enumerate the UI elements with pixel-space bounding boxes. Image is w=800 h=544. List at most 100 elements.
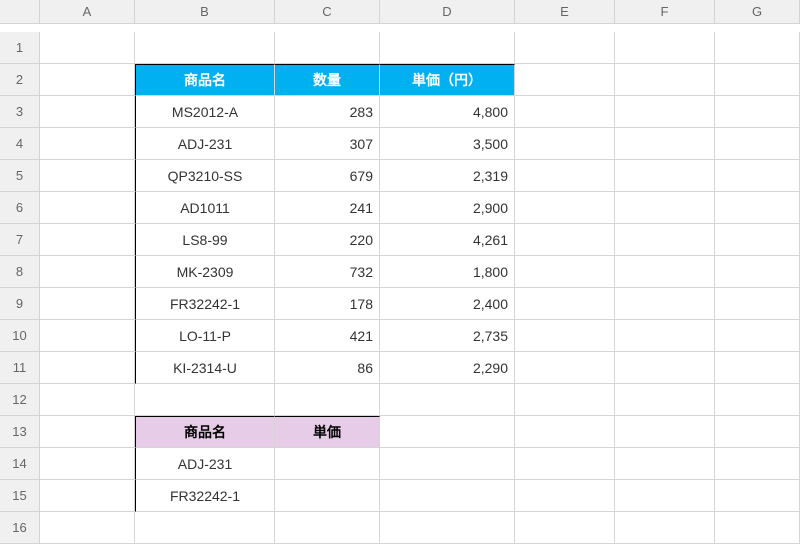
table1-row-7-product[interactable]: LO-11-P bbox=[135, 320, 275, 352]
cell-c12[interactable] bbox=[275, 384, 380, 416]
table1-row-0-quantity[interactable]: 283 bbox=[275, 96, 380, 128]
spreadsheet-grid[interactable]: A B C D E F G 1 2 商品名 数量 単価（円） 3 MS2012-… bbox=[0, 0, 800, 544]
cell-g12[interactable] bbox=[715, 384, 800, 416]
cell-g4[interactable] bbox=[715, 128, 800, 160]
table1-row-6-price[interactable]: 2,400 bbox=[380, 288, 515, 320]
cell-e11[interactable] bbox=[515, 352, 615, 384]
table1-row-1-product[interactable]: ADJ-231 bbox=[135, 128, 275, 160]
cell-g16[interactable] bbox=[715, 512, 800, 544]
cell-c1[interactable] bbox=[275, 32, 380, 64]
cell-f7[interactable] bbox=[615, 224, 715, 256]
col-header-d[interactable]: D bbox=[380, 0, 515, 24]
cell-b12[interactable] bbox=[135, 384, 275, 416]
cell-f9[interactable] bbox=[615, 288, 715, 320]
cell-g9[interactable] bbox=[715, 288, 800, 320]
cell-a1[interactable] bbox=[40, 32, 135, 64]
table1-row-3-quantity[interactable]: 241 bbox=[275, 192, 380, 224]
table2-row-0-price[interactable] bbox=[275, 448, 380, 480]
cell-d15[interactable] bbox=[380, 480, 515, 512]
cell-e16[interactable] bbox=[515, 512, 615, 544]
table1-row-3-product[interactable]: AD1011 bbox=[135, 192, 275, 224]
table1-row-3-price[interactable]: 2,900 bbox=[380, 192, 515, 224]
cell-f13[interactable] bbox=[615, 416, 715, 448]
table1-row-1-price[interactable]: 3,500 bbox=[380, 128, 515, 160]
row-header-3[interactable]: 3 bbox=[0, 96, 40, 128]
cell-a2[interactable] bbox=[40, 64, 135, 96]
cell-g8[interactable] bbox=[715, 256, 800, 288]
col-header-b[interactable]: B bbox=[135, 0, 275, 24]
row-header-7[interactable]: 7 bbox=[0, 224, 40, 256]
cell-e1[interactable] bbox=[515, 32, 615, 64]
table1-row-5-product[interactable]: MK-2309 bbox=[135, 256, 275, 288]
cell-f2[interactable] bbox=[615, 64, 715, 96]
cell-e8[interactable] bbox=[515, 256, 615, 288]
cell-d12[interactable] bbox=[380, 384, 515, 416]
table1-row-2-product[interactable]: QP3210-SS bbox=[135, 160, 275, 192]
table1-row-4-product[interactable]: LS8-99 bbox=[135, 224, 275, 256]
cell-a6[interactable] bbox=[40, 192, 135, 224]
cell-f1[interactable] bbox=[615, 32, 715, 64]
cell-g13[interactable] bbox=[715, 416, 800, 448]
cell-a14[interactable] bbox=[40, 448, 135, 480]
cell-f8[interactable] bbox=[615, 256, 715, 288]
cell-g14[interactable] bbox=[715, 448, 800, 480]
table1-row-6-product[interactable]: FR32242-1 bbox=[135, 288, 275, 320]
row-header-13[interactable]: 13 bbox=[0, 416, 40, 448]
cell-g2[interactable] bbox=[715, 64, 800, 96]
cell-e6[interactable] bbox=[515, 192, 615, 224]
cell-a4[interactable] bbox=[40, 128, 135, 160]
cell-f11[interactable] bbox=[615, 352, 715, 384]
row-header-16[interactable]: 16 bbox=[0, 512, 40, 544]
table2-header-product[interactable]: 商品名 bbox=[135, 416, 275, 448]
cell-f5[interactable] bbox=[615, 160, 715, 192]
table1-row-6-quantity[interactable]: 178 bbox=[275, 288, 380, 320]
cell-g11[interactable] bbox=[715, 352, 800, 384]
table2-row-1-price[interactable] bbox=[275, 480, 380, 512]
cell-e4[interactable] bbox=[515, 128, 615, 160]
cell-d13[interactable] bbox=[380, 416, 515, 448]
cell-d14[interactable] bbox=[380, 448, 515, 480]
cell-a15[interactable] bbox=[40, 480, 135, 512]
table1-row-8-quantity[interactable]: 86 bbox=[275, 352, 380, 384]
cell-a5[interactable] bbox=[40, 160, 135, 192]
cell-e12[interactable] bbox=[515, 384, 615, 416]
table1-row-2-quantity[interactable]: 679 bbox=[275, 160, 380, 192]
row-header-4[interactable]: 4 bbox=[0, 128, 40, 160]
table2-row-1-product[interactable]: FR32242-1 bbox=[135, 480, 275, 512]
table1-header-price[interactable]: 単価（円） bbox=[380, 64, 515, 96]
table1-row-5-price[interactable]: 1,800 bbox=[380, 256, 515, 288]
cell-a7[interactable] bbox=[40, 224, 135, 256]
col-header-c[interactable]: C bbox=[275, 0, 380, 24]
cell-f16[interactable] bbox=[615, 512, 715, 544]
cell-e13[interactable] bbox=[515, 416, 615, 448]
row-header-10[interactable]: 10 bbox=[0, 320, 40, 352]
table1-row-5-quantity[interactable]: 732 bbox=[275, 256, 380, 288]
cell-a13[interactable] bbox=[40, 416, 135, 448]
table1-row-7-quantity[interactable]: 421 bbox=[275, 320, 380, 352]
table1-row-8-product[interactable]: KI-2314-U bbox=[135, 352, 275, 384]
cell-e7[interactable] bbox=[515, 224, 615, 256]
select-all-corner[interactable] bbox=[0, 0, 40, 24]
cell-g7[interactable] bbox=[715, 224, 800, 256]
cell-a12[interactable] bbox=[40, 384, 135, 416]
table1-row-2-price[interactable]: 2,319 bbox=[380, 160, 515, 192]
cell-b16[interactable] bbox=[135, 512, 275, 544]
row-header-5[interactable]: 5 bbox=[0, 160, 40, 192]
cell-c16[interactable] bbox=[275, 512, 380, 544]
table2-row-0-product[interactable]: ADJ-231 bbox=[135, 448, 275, 480]
table1-row-4-price[interactable]: 4,261 bbox=[380, 224, 515, 256]
table1-row-7-price[interactable]: 2,735 bbox=[380, 320, 515, 352]
cell-f6[interactable] bbox=[615, 192, 715, 224]
cell-e3[interactable] bbox=[515, 96, 615, 128]
row-header-1[interactable]: 1 bbox=[0, 32, 40, 64]
cell-a10[interactable] bbox=[40, 320, 135, 352]
table1-row-8-price[interactable]: 2,290 bbox=[380, 352, 515, 384]
row-header-9[interactable]: 9 bbox=[0, 288, 40, 320]
cell-d1[interactable] bbox=[380, 32, 515, 64]
cell-f14[interactable] bbox=[615, 448, 715, 480]
row-header-15[interactable]: 15 bbox=[0, 480, 40, 512]
table1-header-quantity[interactable]: 数量 bbox=[275, 64, 380, 96]
cell-g15[interactable] bbox=[715, 480, 800, 512]
cell-g6[interactable] bbox=[715, 192, 800, 224]
col-header-f[interactable]: F bbox=[615, 0, 715, 24]
